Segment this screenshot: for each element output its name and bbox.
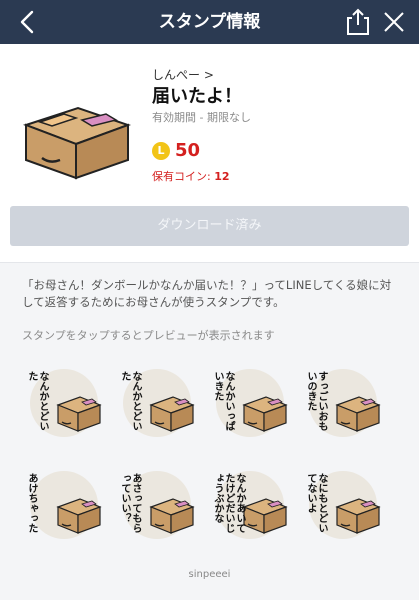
copyright: sinpeeei xyxy=(188,569,231,580)
held-coins-label: 保有コイン: xyxy=(152,170,215,183)
held-coins-value: 12 xyxy=(214,170,230,183)
sticker-main-image xyxy=(22,106,132,180)
held-coins: 保有コイン: 12 xyxy=(152,168,230,184)
price: 50 xyxy=(175,140,201,161)
sticker-caption: すっごいおもいのきた xyxy=(305,371,327,431)
sticker-info-section: しんぺー > 届いたよ！ 有効期間 - 期限なし L 50 保有コイン: 12 … xyxy=(0,44,419,262)
sticker-item[interactable]: なにもとどいてないよ xyxy=(303,469,383,541)
preview-hint: スタンプをタップするとプレビューが表示されます xyxy=(22,329,275,342)
sticker-item[interactable]: あさってもらっていい？ xyxy=(117,469,197,541)
app-header: スタンプ情報 xyxy=(0,0,419,44)
close-icon[interactable] xyxy=(382,10,406,34)
sticker-item[interactable]: なんかとどいた xyxy=(117,367,197,439)
sticker-caption: なんかとどいた xyxy=(26,371,48,431)
sticker-pack-name: 届いたよ！ xyxy=(152,86,242,107)
sticker-item[interactable]: なんかとどいた xyxy=(24,367,104,439)
sticker-item[interactable]: すっごいおもいのきた xyxy=(303,367,383,439)
sticker-caption: なんかいっぱいきた xyxy=(212,371,234,431)
author-link[interactable]: しんぺー > xyxy=(152,66,214,83)
sticker-caption: なんかとどいた xyxy=(119,371,141,431)
description: 「お母さん！ダンボールかなんか届いた！？」ってLINEしてくる娘に対して返答する… xyxy=(22,278,392,309)
sticker-detail-section: 「お母さん！ダンボールかなんか届いた！？」ってLINEしてくる娘に対して返答する… xyxy=(0,262,419,600)
sticker-caption: なにもとどいてないよ xyxy=(305,473,327,533)
coin-icon: L xyxy=(152,142,170,160)
sticker-item[interactable]: なんかあいてたけどだいじょうぶかな xyxy=(210,469,290,541)
sticker-caption: なんかあいてたけどだいじょうぶかな xyxy=(212,473,245,533)
sticker-caption: あさってもらっていい？ xyxy=(119,473,141,533)
validity-text: 有効期間 - 期限なし xyxy=(152,111,251,124)
download-button[interactable]: ダウンロード済み xyxy=(10,206,409,246)
sticker-caption: あけちゃった xyxy=(26,473,37,533)
sticker-item[interactable]: なんかいっぱいきた xyxy=(210,367,290,439)
sticker-item[interactable]: あけちゃった xyxy=(24,469,104,541)
share-icon[interactable] xyxy=(345,8,371,36)
